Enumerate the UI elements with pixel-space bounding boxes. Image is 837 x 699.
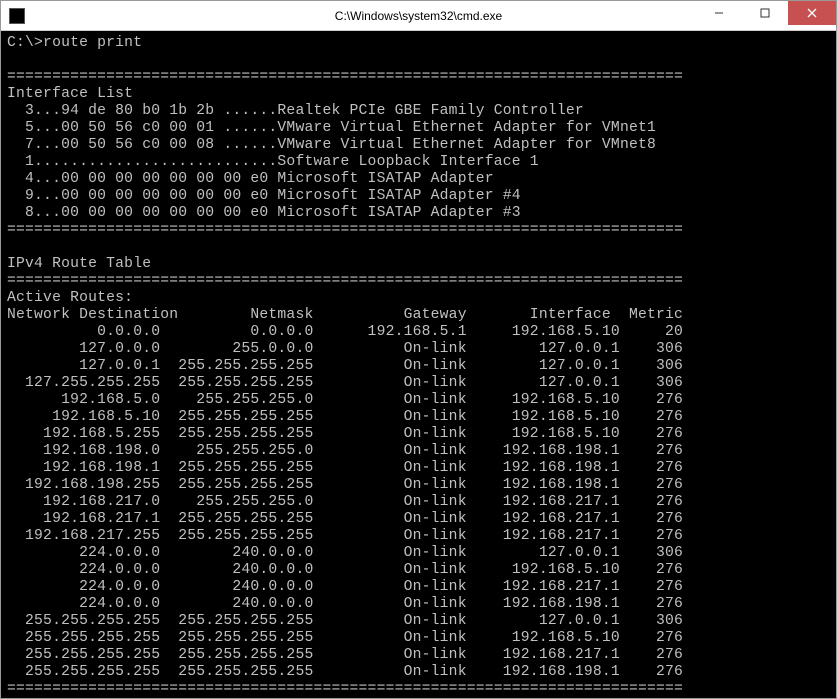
terminal-line: ========================================… (7, 273, 830, 290)
terminal-line: 255.255.255.255 255.255.255.255 On-link … (7, 664, 830, 681)
terminal-line: 192.168.198.255 255.255.255.255 On-link … (7, 477, 830, 494)
terminal-line: 224.0.0.0 240.0.0.0 On-link 127.0.0.1 30… (7, 545, 830, 562)
terminal-line: C:\>route print (7, 35, 830, 52)
terminal-line (7, 52, 830, 69)
terminal-line: 192.168.217.1 255.255.255.255 On-link 19… (7, 511, 830, 528)
terminal-line: 192.168.5.0 255.255.255.0 On-link 192.16… (7, 392, 830, 409)
terminal-line: 8...00 00 00 00 00 00 00 e0 Microsoft IS… (7, 205, 830, 222)
terminal-line: 224.0.0.0 240.0.0.0 On-link 192.168.5.10… (7, 562, 830, 579)
terminal-line: Active Routes: (7, 290, 830, 307)
terminal-line: 1...........................Software Loo… (7, 154, 830, 171)
terminal-line: ========================================… (7, 681, 830, 698)
minimize-button[interactable] (696, 1, 742, 25)
terminal-line (7, 239, 830, 256)
terminal-line: Network Destination Netmask Gateway Inte… (7, 307, 830, 324)
terminal-line: ========================================… (7, 69, 830, 86)
maximize-button[interactable] (742, 1, 788, 25)
close-button[interactable] (788, 1, 836, 25)
window-title: C:\Windows\system32\cmd.exe (335, 9, 502, 23)
window-controls (696, 1, 836, 25)
terminal-line: 192.168.217.255 255.255.255.255 On-link … (7, 528, 830, 545)
terminal-line: 224.0.0.0 240.0.0.0 On-link 192.168.198.… (7, 596, 830, 613)
terminal-line: 127.0.0.1 255.255.255.255 On-link 127.0.… (7, 358, 830, 375)
terminal-line: 192.168.5.10 255.255.255.255 On-link 192… (7, 409, 830, 426)
maximize-icon (760, 8, 770, 18)
terminal-output[interactable]: C:\>route print ========================… (1, 31, 836, 698)
terminal-line: 255.255.255.255 255.255.255.255 On-link … (7, 647, 830, 664)
terminal-line: 192.168.5.255 255.255.255.255 On-link 19… (7, 426, 830, 443)
terminal-line: 0.0.0.0 0.0.0.0 192.168.5.1 192.168.5.10… (7, 324, 830, 341)
terminal-line: Interface List (7, 86, 830, 103)
cmd-window: C:\Windows\system32\cmd.exe C:\>route pr… (0, 0, 837, 699)
terminal-line: 3...94 de 80 b0 1b 2b ......Realtek PCIe… (7, 103, 830, 120)
terminal-line: 255.255.255.255 255.255.255.255 On-link … (7, 613, 830, 630)
terminal-line: 127.0.0.0 255.0.0.0 On-link 127.0.0.1 30… (7, 341, 830, 358)
terminal-line: 127.255.255.255 255.255.255.255 On-link … (7, 375, 830, 392)
terminal-line: 7...00 50 56 c0 00 08 ......VMware Virtu… (7, 137, 830, 154)
terminal-line: 4...00 00 00 00 00 00 00 e0 Microsoft IS… (7, 171, 830, 188)
terminal-line: 255.255.255.255 255.255.255.255 On-link … (7, 630, 830, 647)
terminal-line: 5...00 50 56 c0 00 01 ......VMware Virtu… (7, 120, 830, 137)
minimize-icon (714, 8, 724, 18)
terminal-line: ========================================… (7, 222, 830, 239)
terminal-line: 192.168.217.0 255.255.255.0 On-link 192.… (7, 494, 830, 511)
terminal-line: 224.0.0.0 240.0.0.0 On-link 192.168.217.… (7, 579, 830, 596)
titlebar[interactable]: C:\Windows\system32\cmd.exe (1, 1, 836, 31)
terminal-line: IPv4 Route Table (7, 256, 830, 273)
app-icon (9, 8, 25, 24)
terminal-line: 192.168.198.0 255.255.255.0 On-link 192.… (7, 443, 830, 460)
terminal-line: 9...00 00 00 00 00 00 00 e0 Microsoft IS… (7, 188, 830, 205)
terminal-line: 192.168.198.1 255.255.255.255 On-link 19… (7, 460, 830, 477)
close-icon (807, 8, 817, 18)
